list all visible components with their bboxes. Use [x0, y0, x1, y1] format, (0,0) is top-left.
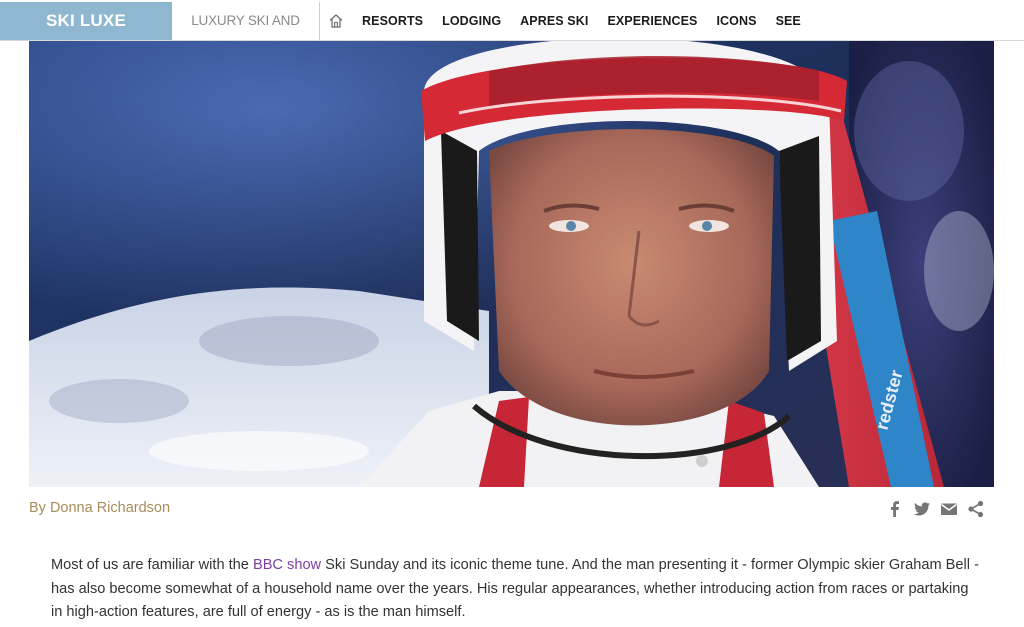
nav-icons[interactable]: ICONS [716, 14, 756, 28]
nav-resorts[interactable]: RESORTS [362, 14, 423, 28]
share-bar [886, 499, 985, 519]
nav-experiences[interactable]: EXPERIENCES [607, 14, 697, 28]
site-logo[interactable]: SKI LUXE MAGAZINE [0, 2, 172, 68]
hero-image: redster [29, 41, 994, 487]
facebook-icon[interactable] [886, 500, 904, 518]
nav-see[interactable]: SEE [776, 14, 801, 28]
nav-lodging[interactable]: LODGING [442, 14, 501, 28]
twitter-icon[interactable] [913, 500, 931, 518]
site-tagline: LUXURY SKI AND LIFESTYLE [172, 2, 320, 66]
paragraph-text-start: Most of us are familiar with the [51, 557, 253, 573]
email-icon[interactable] [940, 500, 958, 518]
main-nav: RESORTS LODGING APRES SKI EXPERIENCES IC… [362, 2, 820, 40]
home-icon[interactable] [326, 11, 346, 31]
article-paragraph: Most of us are familiar with the BBC sho… [51, 554, 981, 625]
bbc-show-link[interactable]: BBC show [253, 557, 321, 573]
top-navigation-bar: SKI LUXE MAGAZINE LUXURY SKI AND LIFESTY… [0, 0, 1024, 68]
article-byline: By Donna Richardson [29, 500, 171, 516]
share-icon[interactable] [967, 500, 985, 518]
nav-apres-ski[interactable]: APRES SKI [520, 14, 588, 28]
